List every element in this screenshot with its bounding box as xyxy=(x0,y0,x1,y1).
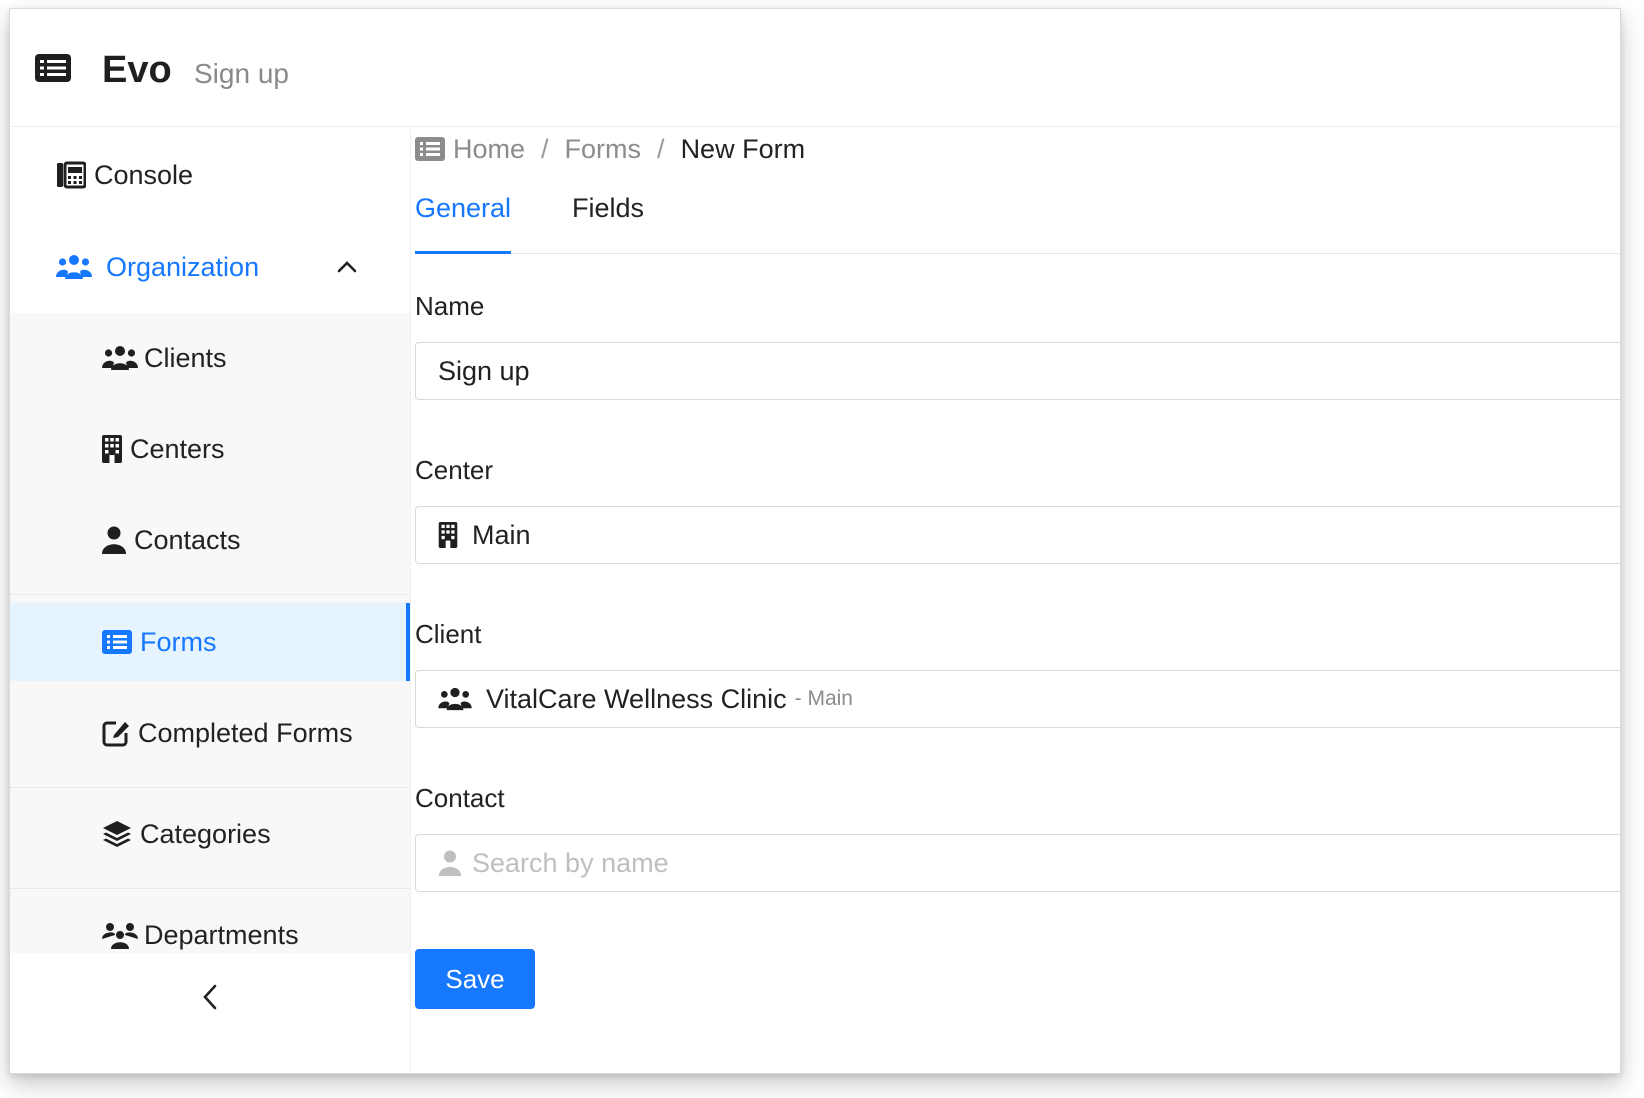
sidebar-item-completed-forms[interactable]: Completed Forms xyxy=(10,711,410,755)
center-select[interactable]: Main xyxy=(415,506,1620,564)
sidebar-item-organization[interactable]: Organization xyxy=(10,245,410,289)
menu-list-icon[interactable] xyxy=(34,53,72,83)
list-icon xyxy=(102,630,132,654)
tab-bar: General Fields xyxy=(415,181,1620,254)
sidebar-item-label: Completed Forms xyxy=(138,717,353,748)
sidebar-item-label: Departments xyxy=(144,919,299,950)
client-center-suffix: - Main xyxy=(794,687,853,710)
users-icon xyxy=(102,344,138,372)
tab-active-indicator xyxy=(415,251,511,254)
center-label: Center xyxy=(415,455,494,485)
breadcrumb-separator: / xyxy=(541,133,549,164)
app-header: Evo Sign up xyxy=(10,9,1620,127)
users-icon xyxy=(56,253,92,281)
name-label: Name xyxy=(415,291,485,321)
users-icon xyxy=(438,686,472,712)
list-icon xyxy=(415,137,445,161)
breadcrumb-separator: / xyxy=(657,133,665,164)
submenu-divider xyxy=(10,787,410,788)
building-icon xyxy=(438,522,458,548)
submenu-divider xyxy=(10,594,410,595)
sidebar-item-label: Centers xyxy=(130,433,225,464)
breadcrumb-current: New Form xyxy=(680,133,806,164)
main-content: Home / Forms / New Form General Fields N… xyxy=(415,127,1620,1073)
sidebar: Console Organization Clients Centers Con… xyxy=(10,127,411,1073)
chevron-left-icon[interactable] xyxy=(201,983,219,1073)
sidebar-item-label: Organization xyxy=(106,251,260,282)
tab-general[interactable]: General xyxy=(415,193,511,224)
tab-fields[interactable]: Fields xyxy=(572,193,644,224)
sidebar-item-contacts[interactable]: Contacts xyxy=(10,518,410,562)
users-group-icon xyxy=(102,921,138,949)
breadcrumb: Home / Forms / New Form xyxy=(415,127,805,171)
contact-placeholder: Search by name xyxy=(472,847,669,878)
contact-search-input[interactable]: Search by name xyxy=(415,834,1620,892)
center-value: Main xyxy=(472,519,531,550)
contact-label: Contact xyxy=(415,783,505,813)
chevron-up-icon[interactable] xyxy=(336,260,358,274)
sidebar-item-label: Console xyxy=(94,159,194,190)
client-label: Client xyxy=(415,619,482,649)
sidebar-item-clients[interactable]: Clients xyxy=(10,336,410,380)
breadcrumb-home[interactable]: Home xyxy=(453,134,525,165)
building-icon xyxy=(102,435,122,463)
sidebar-item-centers[interactable]: Centers xyxy=(10,427,410,471)
user-icon xyxy=(438,850,462,876)
sidebar-item-categories[interactable]: Categories xyxy=(10,812,410,856)
sidebar-item-label: Clients xyxy=(144,342,227,373)
sidebar-item-label: Categories xyxy=(140,818,271,849)
sidebar-collapse-bar[interactable] xyxy=(10,953,410,1073)
edit-icon xyxy=(102,719,130,747)
sidebar-item-label: Forms xyxy=(140,626,217,657)
app-title: Evo xyxy=(102,49,172,91)
name-input[interactable]: Sign up xyxy=(415,342,1620,400)
save-button[interactable]: Save xyxy=(415,949,535,1009)
console-icon xyxy=(56,161,86,189)
breadcrumb-forms[interactable]: Forms xyxy=(565,134,642,165)
sidebar-item-label: Contacts xyxy=(134,524,241,555)
app-window: Evo Sign up Console Organization Clients… xyxy=(9,8,1621,1074)
name-value: Sign up xyxy=(438,355,530,386)
layers-icon xyxy=(102,820,132,848)
sidebar-item-departments[interactable]: Departments xyxy=(10,913,410,957)
user-icon xyxy=(102,526,126,554)
client-select[interactable]: VitalCare Wellness Clinic - Main xyxy=(415,670,1620,728)
client-value: VitalCare Wellness Clinic xyxy=(486,683,787,714)
sidebar-item-console[interactable]: Console xyxy=(10,153,410,197)
page-subtitle: Sign up xyxy=(194,58,289,89)
sidebar-item-forms[interactable]: Forms xyxy=(10,620,410,664)
submenu-divider xyxy=(10,888,410,889)
